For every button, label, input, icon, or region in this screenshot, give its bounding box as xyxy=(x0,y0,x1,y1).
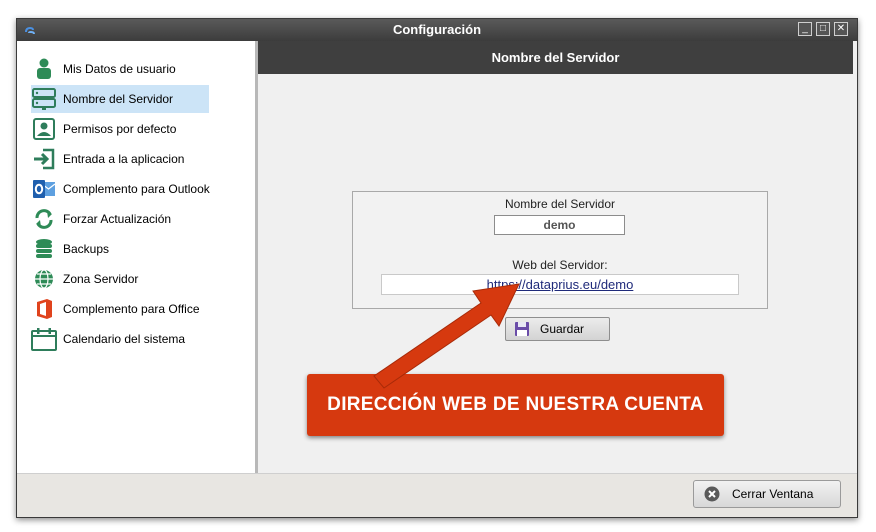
close-icon: ✕ xyxy=(836,23,846,34)
globe-icon xyxy=(31,266,57,292)
config-window: Configuración _ □ ✕ Mis Datos de usuario… xyxy=(16,18,858,518)
sidebar-item-label: Mis Datos de usuario xyxy=(63,62,176,76)
sidebar-item-backups[interactable]: Backups xyxy=(31,235,209,263)
calendar-icon xyxy=(31,326,57,352)
title-bar[interactable]: Configuración _ □ ✕ xyxy=(17,19,857,41)
sign-in-icon xyxy=(31,146,57,172)
maximize-button[interactable]: □ xyxy=(816,22,830,36)
close-circle-icon xyxy=(704,486,720,502)
user-badge-icon xyxy=(31,116,57,142)
sidebar: Mis Datos de usuario Nombre del Servidor… xyxy=(17,41,258,473)
close-window-footer-button[interactable]: Cerrar Ventana xyxy=(693,480,841,508)
minimize-button[interactable]: _ xyxy=(798,22,812,36)
window-title: Configuración xyxy=(392,22,482,37)
office-icon xyxy=(31,296,57,322)
sidebar-item-app-entry[interactable]: Entrada a la aplicacion xyxy=(31,145,209,173)
web-server-label: Web del Servidor: xyxy=(512,258,608,272)
sidebar-item-force-update[interactable]: Forzar Actualización xyxy=(31,205,209,233)
sidebar-item-label: Zona Servidor xyxy=(63,272,139,286)
minimize-icon: _ xyxy=(802,23,808,34)
user-icon xyxy=(31,56,57,82)
server-name-label: Nombre del Servidor xyxy=(504,197,616,211)
close-window-button[interactable]: ✕ xyxy=(834,22,848,36)
main-content: Nombre del Servidor Nombre del Servidor … xyxy=(258,41,857,473)
sidebar-item-label: Entrada a la aplicacion xyxy=(63,152,185,166)
server-icon xyxy=(31,86,57,112)
sidebar-item-default-permissions[interactable]: Permisos por defecto xyxy=(31,115,209,143)
close-window-label: Cerrar Ventana xyxy=(732,487,814,501)
server-name-field[interactable]: demo xyxy=(494,215,625,235)
sidebar-item-label: Backups xyxy=(63,242,110,256)
sidebar-item-outlook-plugin[interactable]: Complemento para Outlook xyxy=(31,175,210,203)
sidebar-item-label: Nombre del Servidor xyxy=(63,92,174,106)
sidebar-item-label: Permisos por defecto xyxy=(63,122,177,136)
sidebar-item-server-zone[interactable]: Zona Servidor xyxy=(31,265,209,293)
sidebar-item-label: Complemento para Outlook xyxy=(63,182,210,196)
section-header: Nombre del Servidor xyxy=(258,41,853,74)
sidebar-item-system-calendar[interactable]: Calendario del sistema xyxy=(31,325,209,353)
footer-bar: Cerrar Ventana xyxy=(17,473,857,517)
database-icon xyxy=(31,236,57,262)
sidebar-item-user-data[interactable]: Mis Datos de usuario xyxy=(31,55,209,83)
sidebar-item-label: Complemento para Office xyxy=(63,302,200,316)
sidebar-item-label: Forzar Actualización xyxy=(63,212,172,226)
sidebar-item-server-name[interactable]: Nombre del Servidor xyxy=(31,85,209,113)
outlook-icon xyxy=(31,176,57,202)
save-button-label: Guardar xyxy=(540,322,585,336)
maximize-icon: □ xyxy=(819,23,827,34)
sidebar-item-label: Calendario del sistema xyxy=(63,332,186,346)
sidebar-item-office-plugin[interactable]: Complemento para Office xyxy=(31,295,209,323)
refresh-icon xyxy=(31,206,57,232)
annotation-arrow-icon xyxy=(373,283,520,389)
